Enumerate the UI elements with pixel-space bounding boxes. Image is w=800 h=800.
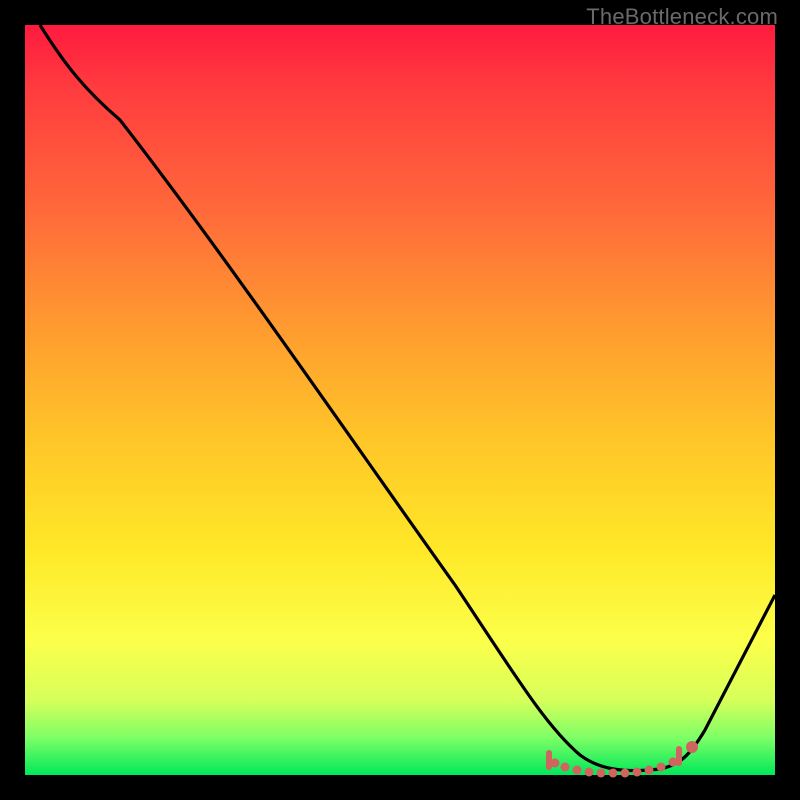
flat-region-markers (549, 749, 679, 778)
watermark-text: TheBottleneck.com (586, 4, 778, 30)
marker-point (686, 741, 698, 753)
outer-frame: TheBottleneck.com (0, 0, 800, 800)
plot-area (25, 25, 775, 775)
bottleneck-curve (40, 25, 775, 771)
chart-svg (25, 25, 775, 775)
